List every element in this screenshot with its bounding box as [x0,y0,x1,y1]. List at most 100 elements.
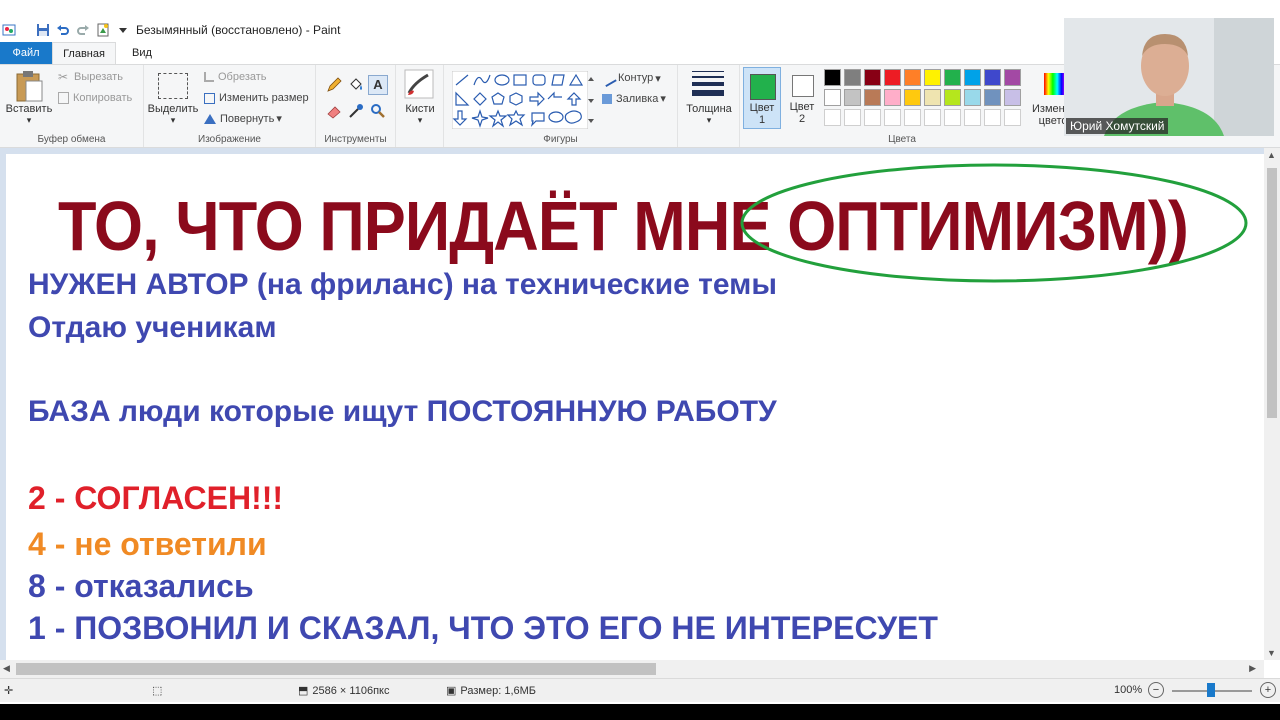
shapes-group-label: Фигуры [543,134,578,145]
horizontal-scroll-thumb[interactable] [16,663,656,675]
select-dropdown-icon[interactable]: ▾ [146,115,200,126]
palette-color-swatch[interactable] [904,89,921,106]
color1-label: Цвет [749,102,775,114]
tab-home[interactable]: Главная [52,42,116,64]
disk-icon: ▣ [446,685,457,697]
text-line-database: БАЗА люди которые ищут ПОСТОЯННУЮ РАБОТУ [28,395,777,428]
horizontal-scrollbar[interactable]: ◀ ▶ [0,660,1264,678]
palette-color-swatch[interactable] [824,89,841,106]
color1-button[interactable]: Цвет 1 [743,67,781,129]
zoom-slider-thumb[interactable] [1207,683,1215,697]
save-icon[interactable] [36,23,50,37]
scroll-up-icon[interactable]: ▲ [1267,150,1276,160]
palette-color-swatch[interactable] [864,69,881,86]
image-group: Выделить ▾ Обрезать Изменить размер Пове… [144,65,316,147]
clipboard-group: Вставить ▾ ✂ Вырезать Копировать Буфер об… [0,65,144,147]
custom-color-slot[interactable] [844,109,861,126]
eraser-icon[interactable] [326,103,342,119]
palette-color-swatch[interactable] [884,89,901,106]
magnifier-icon[interactable] [370,103,386,119]
palette-color-swatch[interactable] [964,69,981,86]
crop-label: Обрезать [218,71,267,83]
resize-label: Изменить размер [219,92,309,104]
zoom-out-icon[interactable]: − [1148,682,1164,698]
pencil-icon[interactable] [326,77,342,93]
zoom-in-icon[interactable]: + [1260,682,1276,698]
crop-button[interactable]: Обрезать [204,71,267,83]
tools-group-label: Инструменты [324,134,387,145]
paste-dropdown-icon[interactable]: ▾ [4,115,54,126]
color2-number: 2 [798,113,806,125]
drawing-canvas[interactable]: ТО, ЧТО ПРИДАЁТ МНЕ ОПТИМИЗМ)) НУЖЕН АВТ… [6,154,1264,660]
select-icon[interactable] [158,73,188,99]
vertical-scroll-thumb[interactable] [1267,168,1277,418]
text-line-agreed: 2 - СОГЛАСЕН!!! [28,480,284,516]
custom-color-slot[interactable] [1004,109,1021,126]
selection-size-icon: ⬚ [152,685,163,697]
fill-bucket-icon[interactable] [348,77,364,93]
new-image-icon[interactable] [96,23,110,37]
fill-label: Заливка [616,92,659,105]
palette-color-swatch[interactable] [844,69,861,86]
palette-color-swatch[interactable] [1004,69,1021,86]
color2-label: Цвет [789,101,815,113]
brushes-group[interactable]: Кисти ▾ [396,65,444,147]
custom-color-slot[interactable] [944,109,961,126]
color-picker-icon[interactable] [348,103,364,119]
color1-swatch [750,74,776,100]
palette-color-swatch[interactable] [824,69,841,86]
palette-color-swatch[interactable] [1004,89,1021,106]
palette-color-swatch[interactable] [944,69,961,86]
redo-icon[interactable] [76,23,90,37]
rotate-button[interactable]: Повернуть ▾ [204,112,282,125]
custom-color-slot[interactable] [904,109,921,126]
outline-button[interactable]: Контур ▾ [599,68,661,88]
vertical-scrollbar[interactable]: ▲ ▼ [1264,148,1280,660]
shapes-group: Контур ▾ Заливка ▾ Фигуры [444,65,678,147]
copy-button[interactable]: Копировать [58,92,132,104]
palette-color-swatch[interactable] [904,69,921,86]
scroll-right-icon[interactable]: ▶ [1249,663,1256,674]
tab-view[interactable]: Вид [116,42,168,64]
cut-label: Вырезать [74,71,123,83]
palette-color-swatch[interactable] [844,89,861,106]
palette-color-swatch[interactable] [884,69,901,86]
undo-icon[interactable] [56,23,70,37]
fill-icon [602,93,612,104]
paste-icon[interactable] [14,69,44,103]
palette-color-swatch[interactable] [864,89,881,106]
palette-color-swatch[interactable] [984,69,1001,86]
scroll-down-icon[interactable]: ▼ [1267,648,1276,658]
scroll-left-icon[interactable]: ◀ [3,663,10,674]
quick-access-toolbar [2,22,136,38]
customize-toolbar-icon[interactable] [116,23,130,37]
palette-color-swatch[interactable] [984,89,1001,106]
size-group[interactable]: Толщина ▾ [678,65,740,147]
palette-color-swatch[interactable] [924,89,941,106]
palette-color-swatch[interactable] [964,89,981,106]
fill-button[interactable]: Заливка ▾ [602,92,666,105]
paint-app-icon [2,24,16,36]
outline-dropdown-icon: ▾ [655,72,661,85]
tab-file[interactable]: Файл [0,42,52,64]
custom-color-slot[interactable] [864,109,881,126]
custom-color-slot[interactable] [984,109,1001,126]
color2-button[interactable]: Цвет 2 [784,67,820,129]
dimensions-text: 2586 × 1106пкс [312,684,390,697]
palette-color-swatch[interactable] [924,69,941,86]
shapes-gallery [451,70,589,130]
paste-button[interactable]: Вставить [4,103,54,115]
shapes-scroll-icon[interactable] [586,71,596,129]
size-button: Толщина [686,103,732,115]
custom-color-slot[interactable] [964,109,981,126]
palette-color-swatch[interactable] [944,89,961,106]
resize-button[interactable]: Изменить размер [204,92,309,104]
select-button[interactable]: Выделить [146,103,200,115]
custom-color-slot[interactable] [884,109,901,126]
custom-color-slot[interactable] [924,109,941,126]
status-bar: ✛ ⬚ ⬒ 2586 × 1106пкс ▣ Размер: 1,6МБ 100% … [0,678,1280,702]
text-tool-icon[interactable]: A [368,75,388,95]
cut-button[interactable]: ✂ Вырезать [58,71,123,83]
colors-group: Цвет 1 Цвет 2 Изменение цветов Цвета [740,65,1089,147]
custom-color-slot[interactable] [824,109,841,126]
